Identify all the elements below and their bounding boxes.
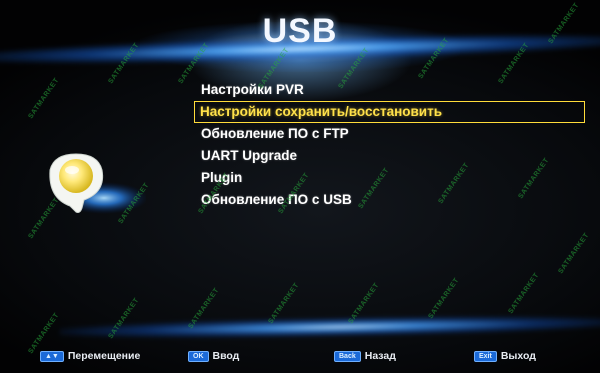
watermark: SATMARKET	[507, 271, 541, 316]
menu-item-ftp-upgrade[interactable]: Обновление ПО с FTP	[196, 123, 596, 145]
hint-exit: Exit Выход	[474, 350, 536, 362]
usb-menu: Настройки PVR Настройки сохранить/восста…	[194, 79, 596, 211]
up-down-key-icon: ▲▼	[40, 350, 64, 362]
exit-key-icon: Exit	[474, 350, 497, 362]
tv-screen: USB Настройки PVR Настройки сохранить/во…	[0, 0, 600, 373]
watermark: SATMARKET	[557, 231, 591, 276]
menu-item-pvr-settings[interactable]: Настройки PVR	[196, 79, 596, 101]
watermark: SATMARKET	[427, 276, 461, 321]
menu-item-usb-upgrade[interactable]: Обновление ПО с USB	[196, 189, 596, 211]
hint-back: Back Назад	[334, 350, 396, 362]
menu-item-uart-upgrade[interactable]: UART Upgrade	[196, 145, 596, 167]
watermark: SATMARKET	[27, 76, 61, 121]
hint-exit-label: Выход	[500, 350, 536, 362]
bottom-light-streak	[59, 313, 600, 341]
footer-hints: ▲▼ Перемещение OK Ввод Back Назад Exit В…	[0, 340, 600, 370]
hint-move: ▲▼ Перемещение	[40, 350, 140, 362]
page-title: USB	[262, 12, 338, 50]
ok-key-icon: OK	[188, 350, 209, 362]
hint-move-label: Перемещение	[67, 350, 141, 362]
menu-item-save-restore-settings[interactable]: Настройки сохранить/восстановить	[194, 101, 585, 123]
back-key-icon: Back	[334, 350, 361, 362]
usb-icon	[36, 148, 148, 228]
hint-enter: OK Ввод	[188, 350, 239, 362]
hint-back-label: Назад	[364, 350, 396, 362]
hint-enter-label: Ввод	[212, 350, 240, 362]
